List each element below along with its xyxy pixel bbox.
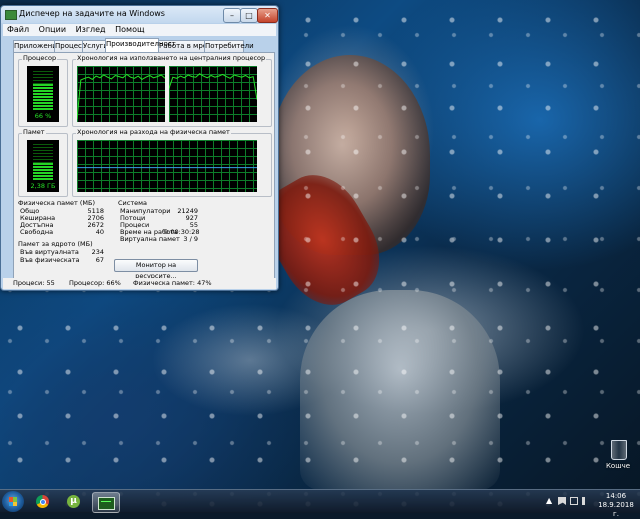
- cpu-core2-line: [169, 73, 257, 100]
- clock-time: 14:06: [605, 492, 627, 500]
- taskbar-utorrent[interactable]: µ: [61, 492, 87, 511]
- taskbar-chrome[interactable]: [30, 492, 56, 511]
- memory-usage-group: Памет 2,38 ГБ: [18, 128, 68, 197]
- memory-graph: [77, 140, 257, 192]
- kernel-memory-header: Памет за ядрото (МБ): [18, 240, 93, 248]
- menu-help[interactable]: Помощ: [111, 24, 147, 34]
- tab-services[interactable]: Услуги: [82, 40, 108, 52]
- window-title: Диспечер на задачите на Windows: [19, 9, 165, 18]
- menu-file[interactable]: Файл: [3, 24, 32, 34]
- cpu-core1-line: [77, 73, 165, 120]
- status-cpu: Процесор: 66%: [69, 279, 121, 287]
- tab-processes[interactable]: Процеси: [54, 40, 86, 52]
- maximize-button[interactable]: □: [240, 8, 258, 23]
- memory-meter-empty: [33, 144, 53, 163]
- cpu-history-group: Хронология на използването на централния…: [72, 54, 272, 127]
- taskbar-task-manager[interactable]: [92, 492, 120, 513]
- clock[interactable]: 14:06 18.9.2018 г.: [596, 492, 636, 519]
- cpu-core2-polyline: [169, 73, 257, 100]
- task-manager-icon: [98, 497, 115, 510]
- menu-bar: Файл Опции Изглед Помощ: [3, 24, 276, 36]
- menu-view[interactable]: Изглед: [72, 24, 109, 34]
- network-icon[interactable]: [570, 497, 578, 505]
- resource-monitor-button[interactable]: Монитор на ресурсите...: [114, 259, 198, 280]
- tab-applications[interactable]: Приложения: [13, 40, 61, 52]
- status-processes: Процеси: 55: [13, 279, 55, 287]
- status-bar: Процеси: 55 Процесор: 66% Физическа паме…: [3, 278, 276, 289]
- recycle-bin-icon: [611, 440, 627, 460]
- stat-label: Във физическата: [20, 256, 80, 264]
- stat-label: Свободна: [20, 228, 54, 236]
- taskbar: µ ▲ 14:06 18.9.2018 г.: [0, 489, 640, 518]
- stat-value: 234: [91, 248, 104, 256]
- memory-history-group: Хронология на разхода на физическа памет: [72, 128, 272, 197]
- cpu-meter-value: 66 %: [34, 112, 52, 120]
- tab-users[interactable]: Потребители: [204, 40, 254, 52]
- cpu-usage-group: Процесор 66 %: [18, 54, 68, 127]
- close-button[interactable]: ✕: [257, 8, 278, 23]
- menu-options[interactable]: Опции: [35, 24, 69, 34]
- cpu-meter-fill: [33, 84, 53, 110]
- chrome-icon: [36, 495, 49, 508]
- memory-usage-label: Памет: [22, 128, 46, 136]
- tab-performance[interactable]: Производителност: [105, 38, 176, 52]
- clock-date: 18.9.2018 г.: [598, 501, 634, 518]
- physical-memory-header: Физическа памет (МБ): [18, 199, 96, 207]
- status-memory: Физическа памет: 47%: [133, 279, 212, 287]
- task-manager-app-icon: [5, 10, 17, 20]
- action-center-flag-icon[interactable]: [558, 497, 566, 505]
- utorrent-icon: µ: [67, 495, 80, 508]
- show-hidden-icons-icon[interactable]: ▲: [546, 497, 554, 505]
- cpu-core2-graph: [169, 66, 257, 122]
- performance-panel: Процесор 66 % Хронология на използването…: [13, 52, 275, 280]
- cpu-core1-graph: [77, 66, 165, 122]
- volume-icon[interactable]: [582, 497, 590, 505]
- cpu-core1-polyline: [77, 73, 165, 120]
- stat-value: 67: [95, 256, 104, 264]
- windows-flag-lower: [9, 502, 17, 506]
- start-button[interactable]: [2, 491, 24, 512]
- cpu-history-label: Хронология на използването на централния…: [76, 54, 267, 62]
- cpu-meter-empty: [33, 70, 53, 84]
- memory-meter-fill: [33, 163, 53, 180]
- stat-value: 3 / 9: [183, 235, 198, 243]
- minimize-button[interactable]: –: [223, 8, 241, 23]
- title-bar[interactable]: Диспечер на задачите на Windows – □ ✕: [1, 6, 278, 23]
- cpu-usage-label: Процесор: [22, 54, 58, 62]
- stat-label: Във виртуалната: [20, 248, 79, 256]
- memory-meter-value: 2,38 ГБ: [30, 182, 56, 190]
- task-manager-window[interactable]: Диспечер на задачите на Windows – □ ✕ Фа…: [0, 5, 279, 291]
- stat-value: 40: [95, 228, 104, 236]
- memory-line: [77, 167, 257, 169]
- cpu-meter: 66 %: [27, 66, 59, 122]
- recycle-bin-label: Кошче: [605, 462, 631, 470]
- system-header: Система: [118, 199, 148, 207]
- memory-meter: 2,38 ГБ: [27, 140, 59, 192]
- memory-history-label: Хронология на разхода на физическа памет: [76, 128, 231, 136]
- recycle-bin-shortcut[interactable]: Кошче: [603, 440, 633, 482]
